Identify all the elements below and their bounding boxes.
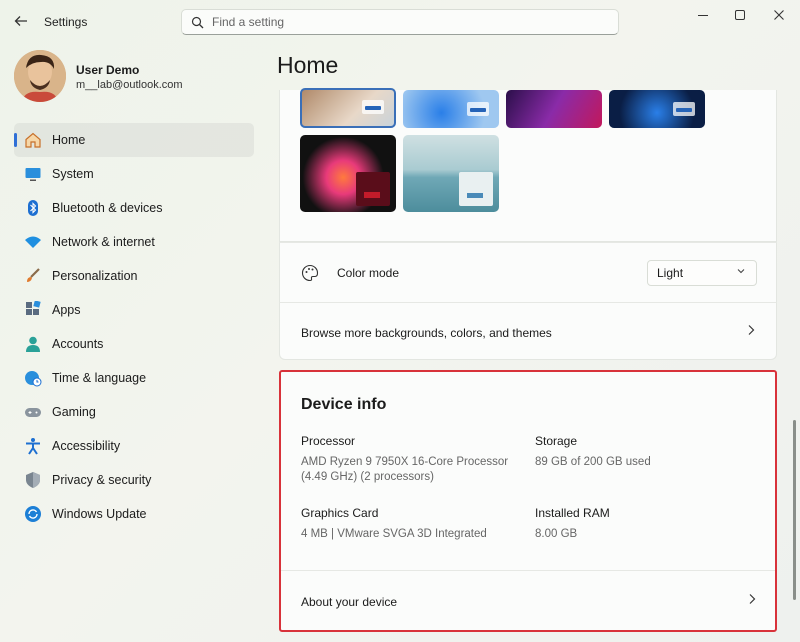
search-input[interactable]: [212, 15, 592, 29]
installed-ram-value: 8.00 GB: [535, 528, 578, 540]
minimize-icon: [698, 15, 708, 16]
sidebar-item-accounts[interactable]: Accounts: [14, 327, 254, 361]
user-email: m__lab@outlook.com: [76, 79, 183, 91]
sidebar-item-label: Personalization: [52, 269, 138, 283]
sidebar-item-label: Privacy & security: [52, 473, 152, 487]
color-mode-dropdown[interactable]: Light: [647, 260, 757, 286]
wallpaper-thumbnail[interactable]: [506, 90, 602, 128]
wallpaper-thumbnail[interactable]: [403, 135, 499, 212]
close-button[interactable]: [760, 4, 798, 26]
chevron-down-icon: [736, 266, 746, 279]
wallpaper-thumbnail[interactable]: [609, 90, 705, 128]
brush-icon: [14, 267, 52, 285]
back-button[interactable]: [10, 10, 32, 32]
sidebar-item-label: Network & internet: [52, 235, 155, 249]
sidebar-item-time-language[interactable]: Time & language: [14, 361, 254, 395]
graphics-card-value: 4 MB | VMware SVGA 3D Integrated: [301, 528, 487, 540]
wifi-icon: [14, 233, 52, 251]
maximize-button[interactable]: [721, 4, 759, 26]
update-icon: [14, 505, 52, 523]
sidebar-item-label: Gaming: [52, 405, 96, 419]
sidebar-item-label: Accounts: [52, 337, 104, 351]
wallpaper-thumbnail[interactable]: [300, 88, 396, 128]
browse-themes-label: Browse more backgrounds, colors, and the…: [301, 326, 552, 340]
app-title: Settings: [44, 15, 88, 29]
title-bar: Settings: [0, 0, 800, 44]
sidebar-item-label: Apps: [52, 303, 81, 317]
color-mode-value: Light: [657, 266, 684, 280]
graphics-card-label: Graphics Card: [301, 506, 379, 520]
shield-icon: [14, 471, 52, 489]
palette-icon: [301, 264, 319, 287]
sidebar-item-privacy[interactable]: Privacy & security: [14, 463, 254, 497]
avatar[interactable]: [14, 50, 66, 102]
processor-label: Processor: [301, 434, 356, 448]
sidebar-item-windows-update[interactable]: Windows Update: [14, 497, 254, 531]
globe-clock-icon: [14, 369, 52, 387]
gamepad-icon: [14, 403, 52, 421]
sidebar-item-label: System: [52, 167, 94, 181]
sidebar-item-accessibility[interactable]: Accessibility: [14, 429, 254, 463]
about-device-label: About your device: [301, 595, 398, 609]
sidebar-item-home[interactable]: Home: [14, 123, 254, 157]
chevron-right-icon: [746, 323, 756, 339]
wallpaper-thumbnail[interactable]: [403, 90, 499, 128]
sidebar-item-label: Windows Update: [52, 507, 147, 521]
sidebar-item-system[interactable]: System: [14, 157, 254, 191]
sidebar-item-apps[interactable]: Apps: [14, 293, 254, 327]
processor-value: AMD Ryzen 9 7950X 16-Core Processor (4.4…: [301, 456, 509, 483]
wallpaper-thumbnail[interactable]: [300, 135, 396, 212]
user-name: User Demo: [76, 63, 140, 77]
page-title: Home: [277, 52, 339, 78]
storage-label: Storage: [535, 434, 578, 448]
accessibility-icon: [14, 437, 52, 455]
device-info-card: Device info Processor AMD Ryzen 9 7950X …: [279, 370, 777, 632]
sidebar-item-label: Home: [52, 133, 86, 147]
home-icon: [14, 131, 52, 149]
sidebar-item-label: Time & language: [52, 371, 147, 385]
search-icon: [182, 16, 212, 29]
sidebar-nav: Home System Bluetooth & devices Network …: [14, 123, 254, 531]
chevron-right-icon: [747, 592, 757, 608]
scrollbar[interactable]: [793, 420, 796, 600]
background-gallery: [279, 88, 777, 242]
installed-ram-label: Installed RAM: [535, 506, 610, 520]
search-box[interactable]: [181, 9, 619, 35]
sidebar-item-personalization[interactable]: Personalization: [14, 259, 254, 293]
back-arrow-icon: [14, 16, 27, 26]
sidebar-item-network[interactable]: Network & internet: [14, 225, 254, 259]
sidebar-item-label: Accessibility: [52, 439, 121, 453]
about-device-row[interactable]: About your device: [281, 571, 775, 630]
close-icon: [774, 10, 784, 20]
storage-value: 89 GB of 200 GB used: [535, 456, 651, 468]
device-info-title: Device info: [301, 396, 387, 413]
sidebar-item-gaming[interactable]: Gaming: [14, 395, 254, 429]
minimize-button[interactable]: [684, 4, 722, 26]
person-icon: [14, 335, 52, 353]
sidebar-item-label: Bluetooth & devices: [52, 201, 163, 215]
browse-themes-row[interactable]: Browse more backgrounds, colors, and the…: [279, 302, 777, 360]
bluetooth-icon: [14, 199, 52, 217]
maximize-icon: [735, 10, 745, 20]
color-mode-label: Color mode: [337, 266, 400, 280]
monitor-icon: [14, 165, 52, 183]
user-profile[interactable]: User Demo m__lab@outlook.com: [14, 50, 254, 102]
apps-icon: [14, 301, 52, 319]
sidebar-item-bluetooth[interactable]: Bluetooth & devices: [14, 191, 254, 225]
